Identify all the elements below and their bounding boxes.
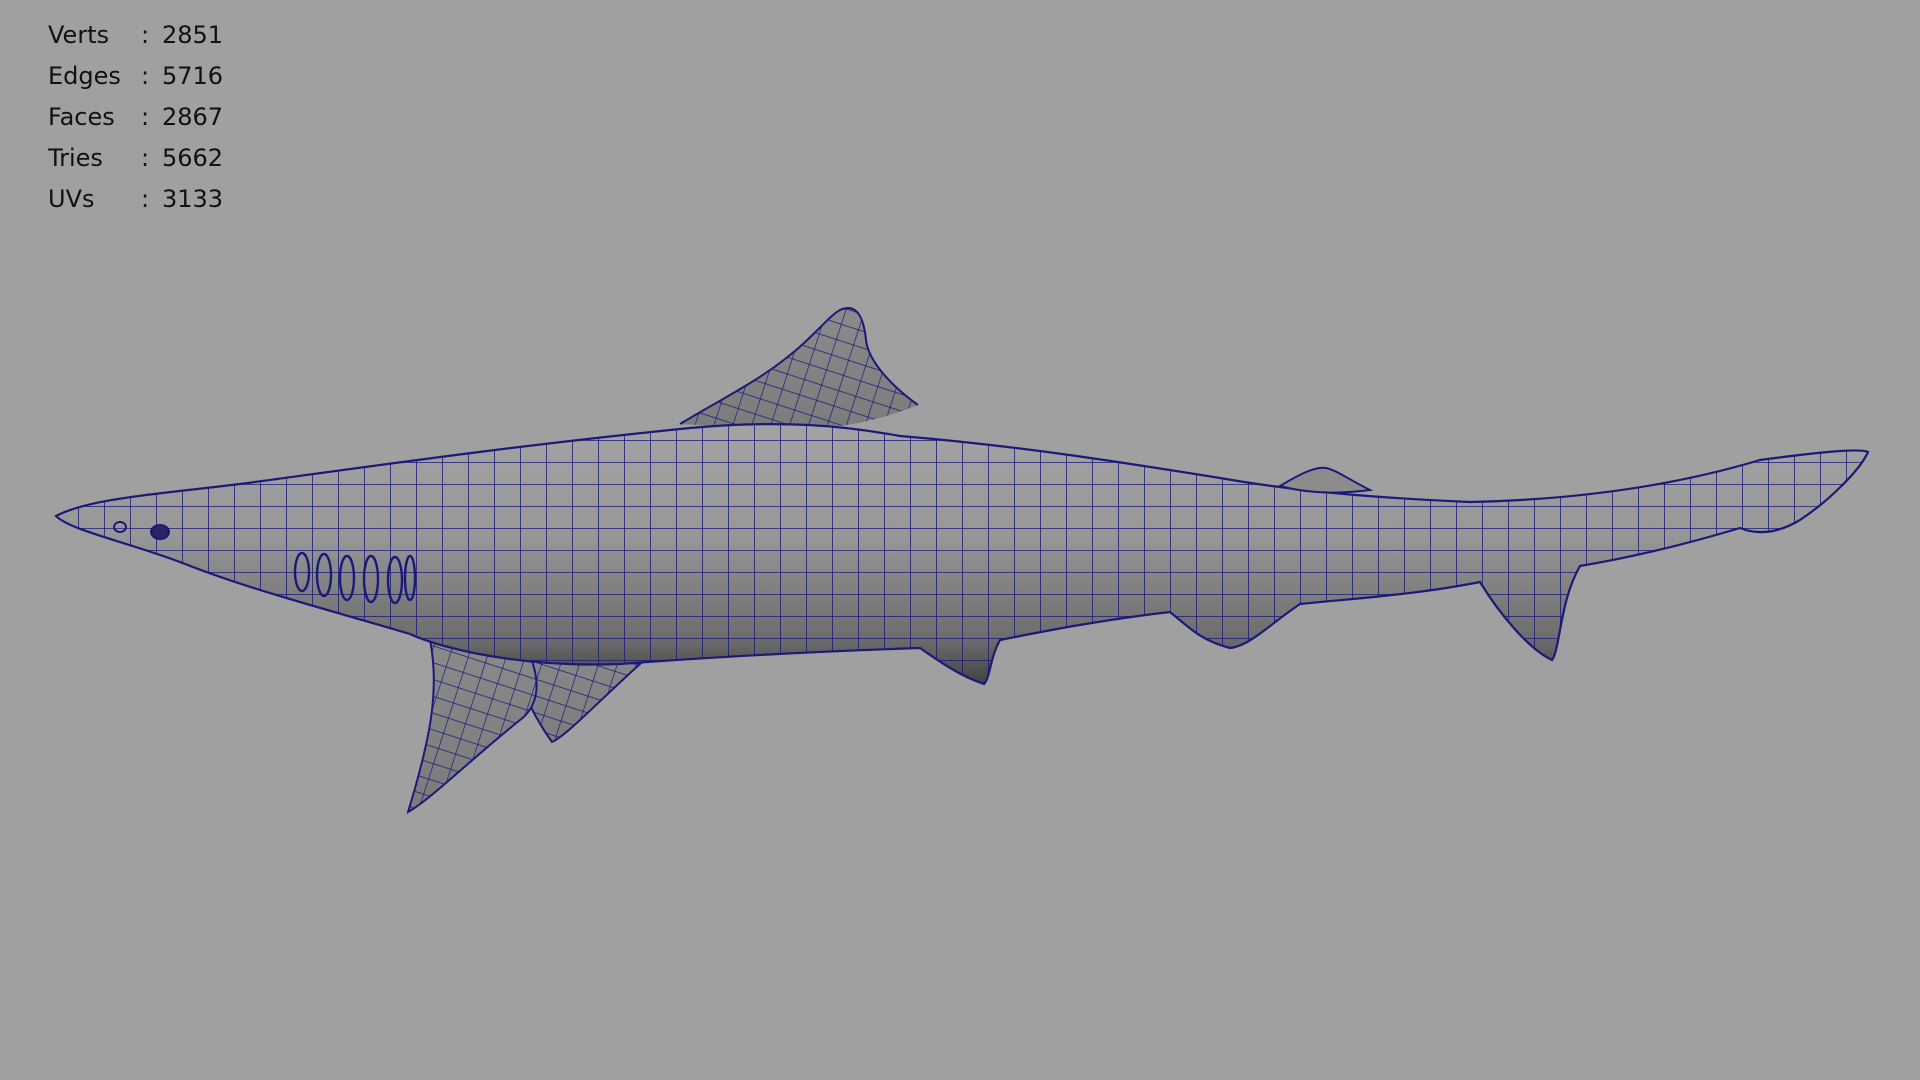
shark-icon[interactable] xyxy=(0,0,1920,1080)
stat-label: UVs xyxy=(48,184,95,213)
stat-separator: : xyxy=(140,61,150,90)
stat-value: 2851 xyxy=(162,20,224,49)
viewport-3d[interactable]: Verts : 2851 Edges : 5716 Faces : 2867 T… xyxy=(0,0,1920,1080)
stat-tries: Tries : 5662 xyxy=(48,137,242,178)
stat-label: Faces xyxy=(48,102,115,131)
stat-separator: : xyxy=(140,20,150,49)
stat-label: Tries xyxy=(48,143,103,172)
stat-value: 2867 xyxy=(162,102,224,131)
stat-separator: : xyxy=(140,143,150,172)
stat-value: 5716 xyxy=(162,61,224,90)
stat-edges: Edges : 5716 xyxy=(48,55,242,96)
stat-value: 5662 xyxy=(162,143,224,172)
stat-verts: Verts : 2851 xyxy=(48,14,242,55)
stat-uvs: UVs : 3133 xyxy=(48,178,242,219)
stat-label: Edges xyxy=(48,61,121,90)
stat-separator: : xyxy=(140,102,150,131)
stat-separator: : xyxy=(140,184,150,213)
stat-label: Verts xyxy=(48,20,110,49)
poly-count-hud: Verts : 2851 Edges : 5716 Faces : 2867 T… xyxy=(48,14,242,219)
stat-value: 3133 xyxy=(162,184,224,213)
stat-faces: Faces : 2867 xyxy=(48,96,242,137)
